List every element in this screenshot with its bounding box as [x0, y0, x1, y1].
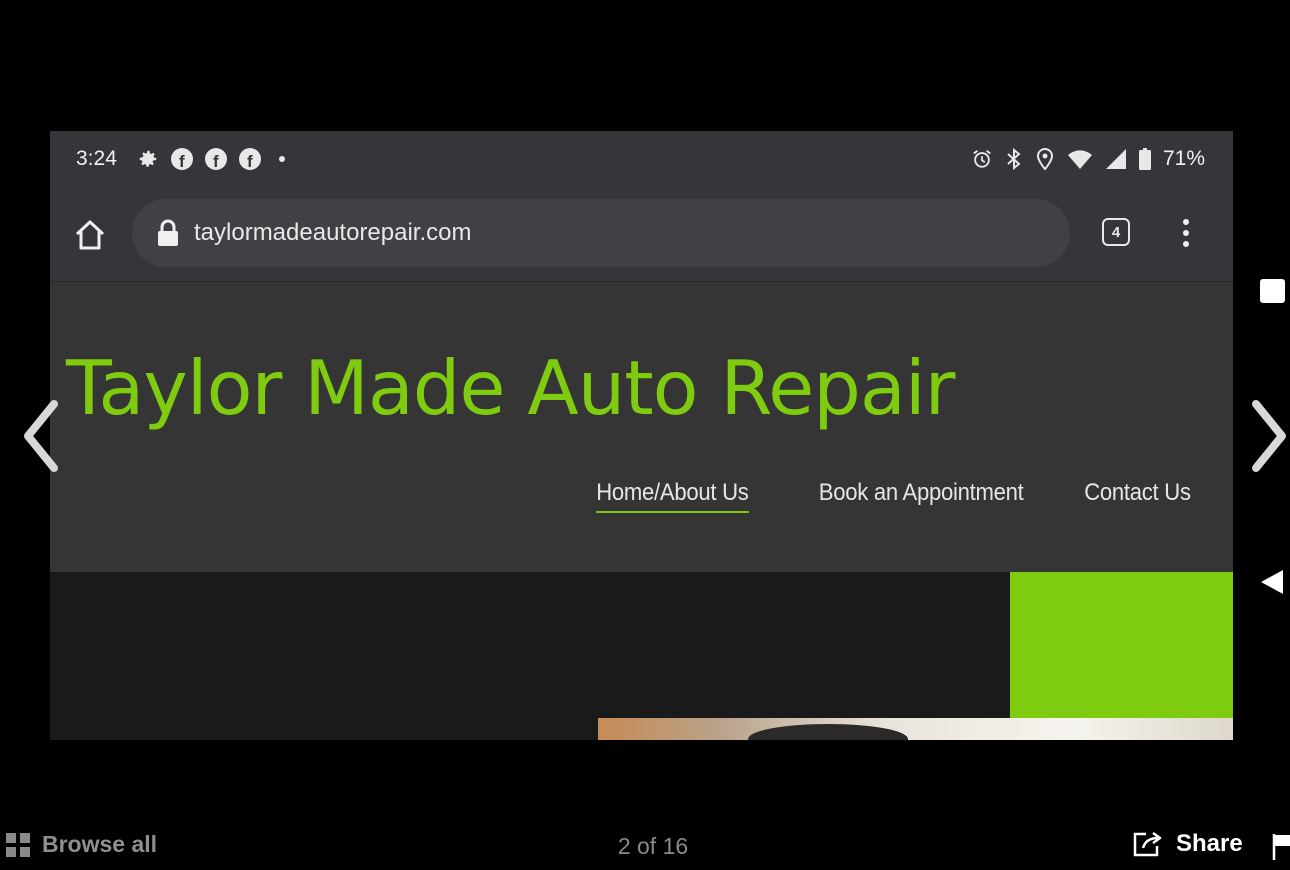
hero-section [50, 572, 1233, 740]
next-arrow-icon[interactable] [1250, 400, 1290, 472]
photo-rock-shape [748, 724, 908, 740]
browser-address-bar: taylormadeautorepair.com 4 [50, 187, 1233, 282]
gear-icon [139, 150, 157, 167]
status-right: 71% [971, 147, 1205, 171]
battery-icon [1138, 148, 1151, 170]
lock-icon [158, 219, 178, 246]
more-options-icon[interactable] [1174, 215, 1198, 251]
share-icon [1133, 831, 1162, 857]
facebook-icon: f [170, 148, 193, 170]
flag-icon[interactable] [1272, 832, 1290, 860]
battery-percent: 71% [1162, 147, 1205, 170]
facebook-icon: f [238, 148, 261, 170]
alarm-icon [973, 150, 991, 168]
share-label: Share [1176, 830, 1243, 857]
previous-arrow-icon[interactable] [20, 400, 60, 472]
phone-screenshot: 3:24 f f f 71% taylormadeautorepair.com … [50, 131, 1233, 740]
hero-photo [598, 718, 1233, 740]
tab-switcher-button[interactable]: 4 [1102, 218, 1130, 246]
site-header: Taylor Made Auto Repair Home/About Us Bo… [50, 282, 1233, 572]
share-button[interactable]: Share [1132, 830, 1243, 858]
accent-block [1010, 572, 1233, 718]
nav-contact[interactable]: Contact Us [1085, 479, 1192, 513]
nav-book-appointment[interactable]: Book an Appointment [819, 479, 1024, 513]
recents-icon[interactable] [1260, 279, 1285, 303]
url-text: taylormadeautorepair.com [194, 219, 472, 246]
nav-home-about[interactable]: Home/About Us [596, 479, 749, 513]
status-bar: 3:24 f f f 71% [50, 131, 1233, 187]
site-title[interactable]: Taylor Made Auto Repair [66, 344, 955, 432]
wifi-icon [1067, 150, 1092, 169]
facebook-icon: f [204, 148, 227, 170]
url-field[interactable]: taylormadeautorepair.com [132, 199, 1070, 267]
back-triangle-icon[interactable] [1259, 568, 1285, 596]
site-nav: Home/About Us Book an Appointment Contac… [583, 479, 1191, 513]
home-icon[interactable] [72, 217, 108, 253]
slide-counter: 2 of 16 [617, 833, 689, 859]
signal-icon [1105, 149, 1126, 169]
status-left: 3:24 f f f [76, 147, 285, 171]
location-icon [1036, 147, 1053, 171]
bluetooth-icon [1007, 147, 1021, 171]
status-time: 3:24 [76, 147, 117, 170]
notification-dot-icon [278, 156, 285, 162]
viewer-bottom-bar: Browse all 2 of 16 Share [0, 820, 1290, 870]
